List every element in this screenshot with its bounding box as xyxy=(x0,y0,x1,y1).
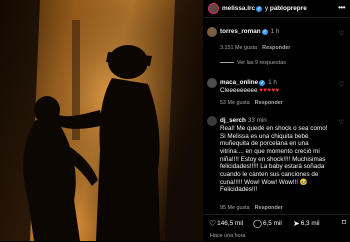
verified-badge-icon: ✓ xyxy=(261,29,268,35)
comment-header: maca_online ✓ 1 h xyxy=(220,79,277,87)
comment-meta: 53 Me gusta Responder xyxy=(220,100,288,107)
comment-time: 1 h xyxy=(270,28,280,35)
reply-button[interactable]: Responder xyxy=(262,45,290,51)
shadow-silhouette-image xyxy=(0,0,203,241)
author-username[interactable]: melissa.lrc xyxy=(222,5,255,12)
avatar[interactable] xyxy=(207,116,217,126)
comment-meta: 95 Me gusta Responder xyxy=(220,205,288,212)
heart-icon[interactable]: ♡ xyxy=(209,219,216,228)
comment-likes[interactable]: 53 Me gusta xyxy=(220,100,250,106)
comment-username[interactable]: maca_online xyxy=(220,79,258,86)
post-header: melissa.lrc ✓ y pablopreprе ••• xyxy=(203,0,350,18)
post-photo xyxy=(0,0,203,241)
comment-like-heart-icon[interactable]: ♡ xyxy=(339,82,344,90)
comment-header: torres_roman ✓ 1 h xyxy=(220,28,279,36)
like-action[interactable]: ♡146,5 mil xyxy=(209,219,243,229)
comment-username[interactable]: torres_roman xyxy=(220,28,261,35)
post-timestamp: Hace una hora xyxy=(210,233,246,239)
view-replies-link[interactable]: Ver las 9 respuestas xyxy=(220,60,286,67)
share-count: 6,3 mil xyxy=(300,220,320,227)
post-actions-bar: ♡146,5 mil ◯6,5 mil ➤6,3 mil ⌑ Hace una … xyxy=(203,214,350,242)
replies-divider-line xyxy=(220,61,234,63)
bookmark-icon[interactable]: ⌑ xyxy=(342,218,346,228)
comment-time: 33 min xyxy=(247,117,267,124)
red-hearts-emoji: ♥♥♥♥♥ xyxy=(259,87,280,94)
comment-like-heart-icon[interactable]: ♡ xyxy=(339,31,344,39)
more-horizontal-icon[interactable]: ••• xyxy=(338,3,345,13)
comment-body: Cleeeeeeeee xyxy=(220,87,258,94)
avatar[interactable] xyxy=(207,78,217,88)
share-action[interactable]: ➤6,3 mil xyxy=(293,219,320,229)
avatar[interactable] xyxy=(207,27,217,37)
comment-header: dj_serch 33 min xyxy=(220,117,267,125)
post-authors: melissa.lrc ✓ y pablopreprе xyxy=(222,5,307,13)
reply-button[interactable]: Responder xyxy=(255,100,283,106)
like-count: 146,5 mil xyxy=(217,220,244,227)
verified-badge-icon: ✓ xyxy=(256,6,263,12)
comment-like-heart-icon[interactable]: ♡ xyxy=(339,120,344,128)
collaborator-joiner: y xyxy=(264,5,269,12)
comment-text: Cleeeeeeeee ♥♥♥♥♥ xyxy=(220,87,332,95)
comment-meta: 3.151 Me gusta Responder xyxy=(220,45,295,52)
comment-text: Real! Me quedé en shock o sea como! Si M… xyxy=(220,125,328,194)
collaborator-username[interactable]: pablopreprе xyxy=(270,5,307,12)
comment-count: 6,5 mil xyxy=(262,220,282,227)
comment-time: 1 h xyxy=(268,79,277,86)
share-icon[interactable]: ➤ xyxy=(293,219,300,228)
comment-username[interactable]: dj_serch xyxy=(220,117,246,124)
view-replies-label: Ver las 9 respuestas xyxy=(237,60,286,66)
post-side-panel: melissa.lrc ✓ y pablopreprе ••• torres_ro… xyxy=(203,0,350,241)
reply-button[interactable]: Responder xyxy=(255,205,283,211)
comment-action[interactable]: ◯6,5 mil xyxy=(253,219,282,229)
comment-likes[interactable]: 3.151 Me gusta xyxy=(220,45,257,51)
comment-icon[interactable]: ◯ xyxy=(253,219,262,228)
author-avatar[interactable] xyxy=(208,3,219,14)
comment-likes[interactable]: 95 Me gusta xyxy=(220,205,250,211)
verified-badge-icon: ✓ xyxy=(259,80,266,86)
